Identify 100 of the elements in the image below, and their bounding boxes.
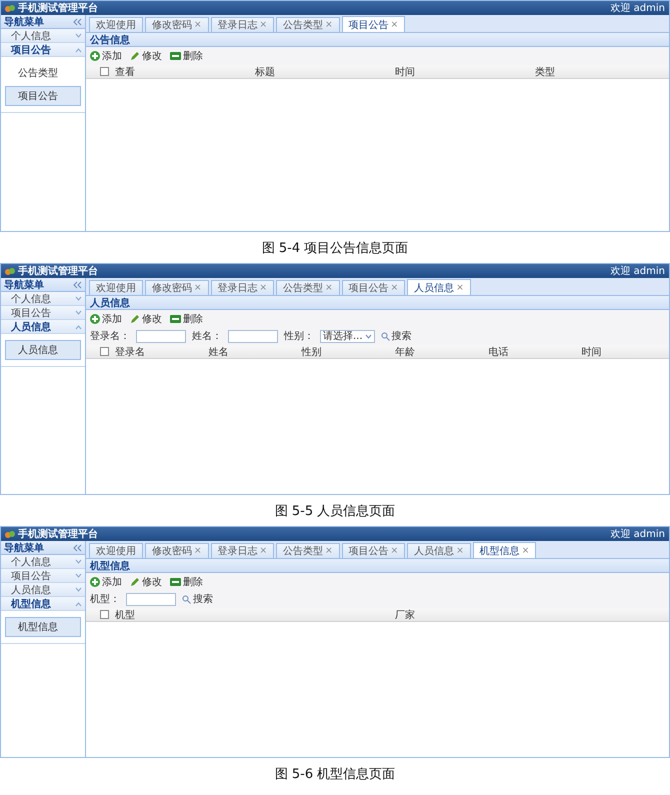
tab-label: 公告类型 xyxy=(283,18,324,32)
tab[interactable]: 公告类型 × xyxy=(276,280,340,295)
menu-title: 导航菜单 xyxy=(4,541,44,554)
delete-button[interactable]: 删除 xyxy=(170,49,203,63)
minus-icon xyxy=(170,315,181,323)
edit-button[interactable]: 修改 xyxy=(130,575,162,589)
chevron-down-icon xyxy=(75,586,82,592)
tab-label: 公告类型 xyxy=(283,544,324,558)
edit-button[interactable]: 修改 xyxy=(130,49,162,63)
menu-item[interactable]: 公告类型 xyxy=(5,63,81,83)
add-button[interactable]: 添加 xyxy=(90,49,122,63)
tab[interactable]: 欢迎使用 xyxy=(89,543,143,558)
logo-icon xyxy=(5,266,15,276)
tab[interactable]: 修改密码 × xyxy=(145,17,209,32)
input-field[interactable] xyxy=(136,330,186,342)
close-icon[interactable]: × xyxy=(522,546,530,556)
add-icon xyxy=(90,51,100,61)
search-button[interactable]: 搜索 xyxy=(380,329,412,343)
input-field[interactable] xyxy=(126,592,176,606)
panel-title: 公告信息 xyxy=(86,33,669,47)
menu-title: 导航菜单 xyxy=(4,278,44,292)
add-button[interactable]: 添加 xyxy=(90,312,122,326)
tab[interactable]: 机型信息 × xyxy=(472,542,536,558)
tab-label: 欢迎使用 xyxy=(96,544,136,558)
column-header: 年龄 xyxy=(394,346,416,358)
tab[interactable]: 项目公告 × xyxy=(342,16,406,32)
tab-label: 欢迎使用 xyxy=(96,282,136,295)
menu-group[interactable]: 项目公告 xyxy=(1,306,85,320)
tab-label: 登录日志 xyxy=(218,18,258,32)
tab[interactable]: 欢迎使用 xyxy=(89,17,143,32)
checkbox[interactable] xyxy=(100,67,109,76)
tab-label: 修改密码 xyxy=(152,544,192,558)
column-header: 姓名 xyxy=(208,346,230,358)
menu-group[interactable]: 项目公告 xyxy=(1,569,85,583)
select-field[interactable]: 请选择... xyxy=(320,330,375,342)
checkbox[interactable] xyxy=(100,347,109,356)
welcome-text: 欢迎 admin xyxy=(610,528,665,541)
tab-label: 登录日志 xyxy=(218,282,258,295)
app-title: 手机测试管理平台 xyxy=(18,264,98,278)
column-header: 标题 xyxy=(255,66,276,78)
close-icon[interactable]: × xyxy=(390,20,398,30)
tab-label: 项目公告 xyxy=(348,18,389,32)
close-icon[interactable]: × xyxy=(456,282,464,292)
collapse-icon[interactable] xyxy=(73,544,82,552)
menu-group[interactable]: 个人信息 xyxy=(1,292,85,306)
column-header: 性别 xyxy=(302,346,323,358)
tab-label: 项目公告 xyxy=(348,282,389,295)
tab[interactable]: 欢迎使用 xyxy=(89,280,143,295)
tab[interactable]: 项目公告 × xyxy=(342,543,406,558)
menu-group[interactable]: 人员信息 xyxy=(1,320,85,334)
tab-label: 修改密码 xyxy=(152,282,192,295)
tab[interactable]: 登录日志 × xyxy=(210,280,274,295)
pencil-icon xyxy=(130,51,140,61)
tab[interactable]: 项目公告 × xyxy=(342,280,406,295)
chevron-up-icon xyxy=(75,324,82,330)
figure-caption: 图 5-6 机型信息页面 xyxy=(274,766,396,784)
menu-item[interactable]: 机型信息 xyxy=(5,617,81,637)
app-title: 手机测试管理平台 xyxy=(18,528,98,541)
tab[interactable]: 修改密码 × xyxy=(145,280,209,295)
menu-group[interactable]: 个人信息 xyxy=(1,29,85,43)
add-button[interactable]: 添加 xyxy=(90,575,122,589)
tab[interactable]: 公告类型 × xyxy=(276,17,340,32)
panel-title: 机型信息 xyxy=(86,559,669,573)
tab[interactable]: 人员信息 × xyxy=(407,543,471,558)
edit-button[interactable]: 修改 xyxy=(130,312,162,326)
input-field[interactable] xyxy=(228,330,278,342)
collapse-icon[interactable] xyxy=(73,280,82,288)
chevron-up-icon xyxy=(75,46,82,52)
delete-button[interactable]: 删除 xyxy=(170,312,203,326)
column-header: 登录名 xyxy=(115,346,146,358)
search-button[interactable]: 搜索 xyxy=(182,592,213,606)
menu-group[interactable]: 机型信息 xyxy=(1,597,85,611)
field-label: 机型： xyxy=(90,592,120,606)
chevron-down-icon xyxy=(75,296,82,302)
minus-icon xyxy=(170,578,181,586)
menu-group[interactable]: 项目公告 xyxy=(1,43,85,57)
menu-item[interactable]: 项目公告 xyxy=(5,86,81,106)
tab[interactable]: 登录日志 × xyxy=(210,543,274,558)
column-header: 电话 xyxy=(488,346,510,358)
checkbox[interactable] xyxy=(100,610,109,619)
menu-group[interactable]: 个人信息 xyxy=(1,555,85,569)
collapse-icon[interactable] xyxy=(73,18,82,26)
tab-label: 项目公告 xyxy=(348,544,389,558)
tab-label: 登录日志 xyxy=(218,544,258,558)
column-header: 时间 xyxy=(582,346,603,358)
tab[interactable]: 修改密码 × xyxy=(145,543,209,558)
column-header: 厂家 xyxy=(395,608,416,622)
minus-icon xyxy=(170,52,181,60)
tab[interactable]: 登录日志 × xyxy=(210,17,274,32)
tab[interactable]: 人员信息 × xyxy=(407,279,471,295)
search-icon xyxy=(380,332,390,340)
field-label: 登录名： xyxy=(90,330,130,343)
tab-label: 欢迎使用 xyxy=(96,18,136,32)
field-label: 性别： xyxy=(284,330,314,343)
menu-item[interactable]: 人员信息 xyxy=(5,340,81,360)
tab-label: 机型信息 xyxy=(480,544,520,558)
menu-group[interactable]: 人员信息 xyxy=(1,583,85,597)
tab[interactable]: 公告类型 × xyxy=(276,543,340,558)
tab-label: 公告类型 xyxy=(283,282,324,295)
delete-button[interactable]: 删除 xyxy=(170,575,203,589)
